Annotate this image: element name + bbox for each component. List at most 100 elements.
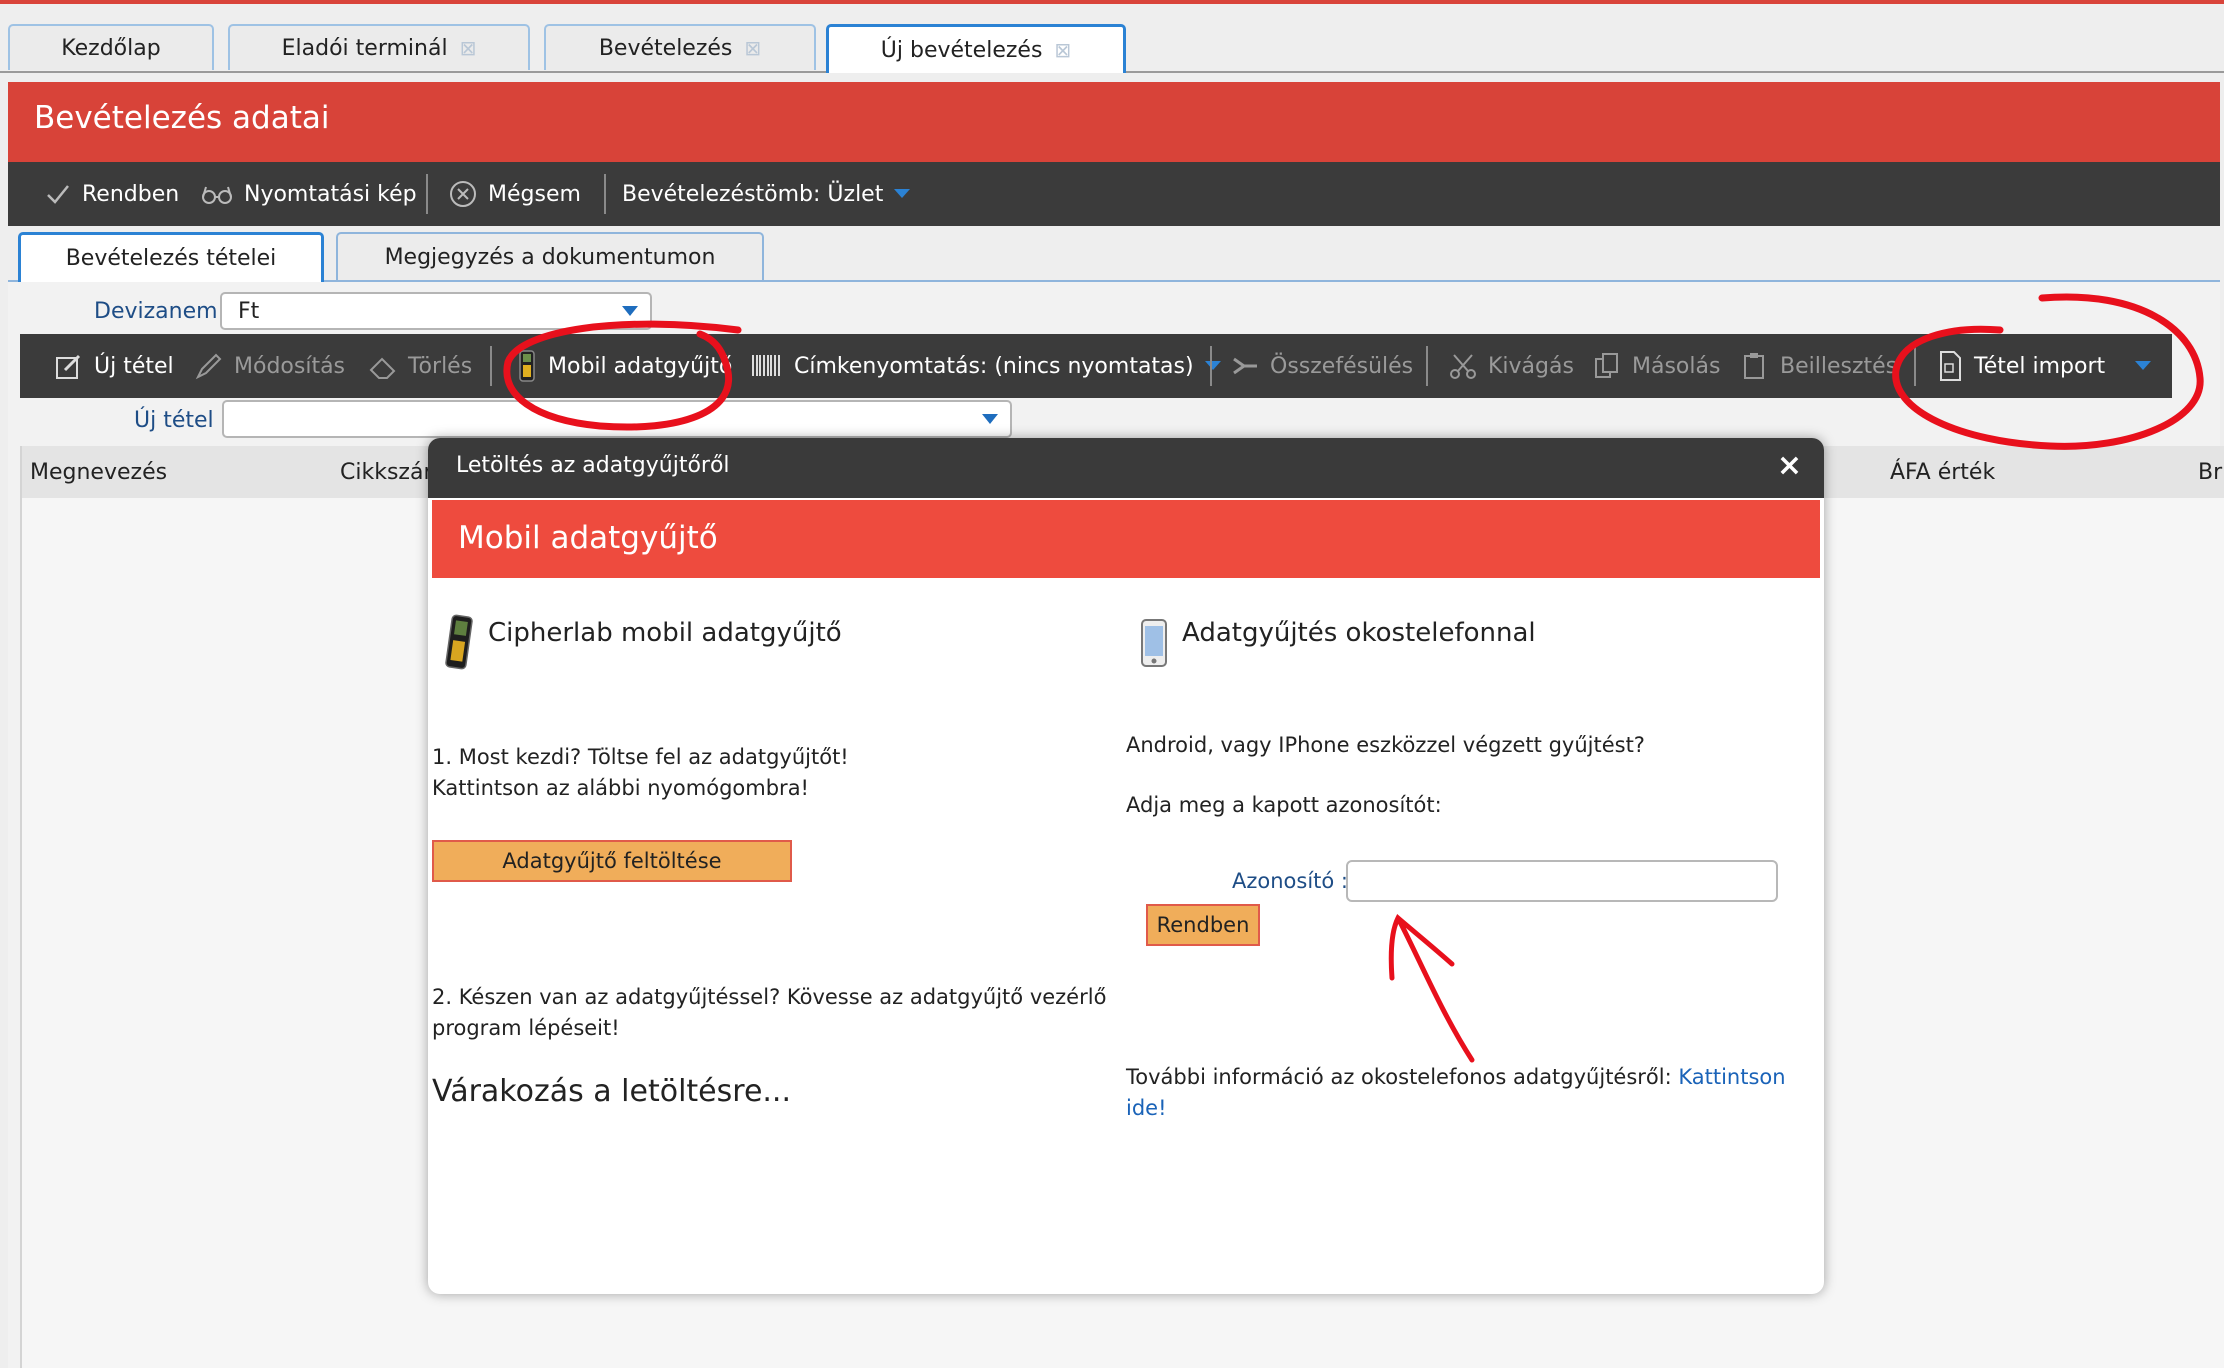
cancel-label: Mégsem bbox=[488, 181, 581, 207]
currency-label: Devizanem : bbox=[94, 299, 232, 324]
tab-bevetelezes[interactable]: Bevételezés ⊠ bbox=[544, 24, 816, 70]
close-tab-icon[interactable]: ⊠ bbox=[1054, 38, 1071, 62]
tab-document-note[interactable]: Megjegyzés a dokumentumon bbox=[336, 232, 764, 280]
mobile-collector-label: Mobil adatgyűjtő bbox=[548, 353, 733, 379]
merge-button[interactable]: Összefésülés bbox=[1230, 334, 1413, 398]
currency-select[interactable]: Ft bbox=[220, 292, 652, 330]
dialog-titlebar: Letöltés az adatgyűjtőről × bbox=[428, 438, 1824, 498]
info-text: További információ az okostelefonos adat… bbox=[1126, 1065, 1679, 1089]
chevron-down-icon bbox=[622, 306, 638, 316]
edit-new-icon bbox=[56, 354, 81, 379]
tab-label: Eladói terminál bbox=[281, 35, 448, 61]
divider bbox=[426, 174, 428, 214]
step1-line1: 1. Most kezdi? Töltse fel az adatgyűjtőt… bbox=[432, 745, 849, 769]
step1-line2: Kattintson az alábbi nyomógombra! bbox=[432, 776, 809, 800]
divider bbox=[604, 174, 606, 214]
tab-items[interactable]: Bevételezés tételei bbox=[18, 232, 324, 282]
document-block-label: Bevételezéstömb: Üzlet bbox=[622, 181, 884, 207]
new-item-button[interactable]: Új tétel bbox=[54, 334, 174, 398]
id-label: Azonosító : bbox=[1232, 869, 1349, 893]
merge-label: Összefésülés bbox=[1270, 353, 1414, 379]
id-prompt: Adja meg a kapott azonosítót: bbox=[1126, 793, 1442, 817]
tab-label: Bevételezés bbox=[598, 35, 733, 61]
smartphone-icon bbox=[1141, 619, 1167, 667]
top-accent-line bbox=[0, 0, 2224, 4]
glasses-icon bbox=[202, 186, 232, 204]
tab-label: Új bevételezés bbox=[880, 37, 1043, 63]
column-header-gross[interactable]: Br bbox=[2198, 460, 2222, 485]
tab-eladoi-terminal[interactable]: Eladói terminál ⊠ bbox=[228, 24, 530, 70]
main-tab-bar: Kezdőlap Eladói terminál ⊠ Bevételezés ⊠… bbox=[0, 20, 2224, 73]
chevron-down-icon bbox=[982, 414, 998, 424]
document-block-dropdown[interactable]: Bevételezéstömb: Üzlet bbox=[622, 162, 911, 226]
step2-text: 2. Készen van az adatgyűjtéssel? Kövesse… bbox=[432, 982, 1106, 1044]
divider bbox=[1210, 346, 1212, 386]
column-header-vat[interactable]: ÁFA érték bbox=[1890, 460, 1995, 485]
new-item-field-label: Új tétel : bbox=[134, 408, 229, 433]
waiting-status: Várakozás a letöltésre... bbox=[432, 1074, 792, 1109]
scissors-icon bbox=[1450, 354, 1476, 379]
divider bbox=[1426, 346, 1428, 386]
tab-kezdolap[interactable]: Kezdőlap bbox=[8, 24, 214, 70]
handheld-scanner-icon bbox=[519, 350, 535, 382]
document-toolbar: Rendben Nyomtatási kép Mégsem Bevételezé… bbox=[8, 162, 2220, 226]
paste-button[interactable]: Beillesztés bbox=[1740, 334, 1897, 398]
tab-uj-bevetelezes[interactable]: Új bevételezés ⊠ bbox=[826, 24, 1126, 73]
close-icon[interactable]: × bbox=[1777, 448, 1802, 483]
copy-label: Másolás bbox=[1632, 353, 1721, 379]
cut-button[interactable]: Kivágás bbox=[1448, 334, 1574, 398]
upload-collector-label: Adatgyűjtő feltöltése bbox=[502, 849, 722, 873]
close-tab-icon[interactable]: ⊠ bbox=[460, 36, 477, 60]
new-item-select[interactable] bbox=[222, 400, 1012, 438]
print-preview-button[interactable]: Nyomtatási kép bbox=[200, 162, 417, 226]
items-toolbar: Új tétel Módosítás Törlés Mobil adatgyűj… bbox=[20, 334, 2172, 398]
dialog-title: Letöltés az adatgyűjtőről bbox=[456, 453, 730, 478]
paste-label: Beillesztés bbox=[1780, 353, 1898, 379]
cut-label: Kivágás bbox=[1488, 353, 1574, 379]
dialog-heading-bar: Mobil adatgyűjtő bbox=[432, 500, 1820, 578]
chevron-down-icon bbox=[1204, 361, 1221, 370]
delete-button[interactable]: Törlés bbox=[368, 334, 472, 398]
ok-id-label: Rendben bbox=[1156, 913, 1250, 937]
upload-collector-button[interactable]: Adatgyűjtő feltöltése bbox=[432, 840, 792, 882]
new-item-label: Új tétel bbox=[94, 353, 174, 379]
edit-button[interactable]: Módosítás bbox=[194, 334, 345, 398]
merge-icon bbox=[1233, 357, 1257, 375]
label-print-dropdown[interactable]: Címkenyomtatás: (nincs nyomtatas) bbox=[750, 334, 1222, 398]
device-question: Android, vagy IPhone eszközzel végzett g… bbox=[1126, 733, 1645, 757]
column-header-name[interactable]: Megnevezés bbox=[30, 460, 167, 485]
copy-icon bbox=[1595, 353, 1618, 378]
ok-id-button[interactable]: Rendben bbox=[1146, 904, 1260, 946]
item-import-label: Tétel import bbox=[1974, 353, 2106, 379]
checkmark-icon bbox=[47, 185, 69, 204]
mobile-collector-button[interactable]: Mobil adatgyűjtő bbox=[516, 334, 732, 398]
edit-label: Módosítás bbox=[234, 353, 346, 379]
chevron-down-icon[interactable] bbox=[2134, 360, 2152, 372]
page-title: Bevételezés adatai bbox=[34, 100, 330, 136]
tab-label: Bevételezés tételei bbox=[65, 246, 277, 271]
ok-button[interactable]: Rendben bbox=[44, 162, 179, 226]
cancel-button[interactable]: Mégsem bbox=[448, 162, 581, 226]
step1-text: 1. Most kezdi? Töltse fel az adatgyűjtőt… bbox=[432, 742, 849, 804]
delete-label: Törlés bbox=[408, 353, 473, 379]
clipboard-icon bbox=[1744, 353, 1764, 379]
smartphone-title: Adatgyűjtés okostelefonnal bbox=[1182, 618, 1536, 648]
close-tab-icon[interactable]: ⊠ bbox=[744, 36, 761, 60]
step2-line2: program lépéseit! bbox=[432, 1016, 620, 1040]
cancel-circle-icon bbox=[450, 181, 476, 207]
item-import-dropdown[interactable]: Tétel import bbox=[1936, 334, 2105, 398]
tab-label: Kezdőlap bbox=[61, 35, 161, 61]
cipherlab-title: Cipherlab mobil adatgyűjtő bbox=[488, 618, 842, 648]
pencil-icon bbox=[195, 353, 222, 380]
tab-label: Megjegyzés a dokumentumon bbox=[384, 244, 716, 270]
document-subtabs: Bevételezés tételei Megjegyzés a dokumen… bbox=[8, 230, 2220, 282]
label-print-label: Címkenyomtatás: (nincs nyomtatas) bbox=[794, 353, 1194, 379]
print-preview-label: Nyomtatási kép bbox=[244, 181, 417, 207]
handheld-scanner-icon bbox=[445, 614, 473, 670]
divider bbox=[1914, 346, 1916, 386]
dialog-heading: Mobil adatgyűjtő bbox=[458, 520, 718, 556]
copy-button[interactable]: Másolás bbox=[1592, 334, 1720, 398]
barcode-icon bbox=[752, 355, 780, 376]
id-input[interactable] bbox=[1346, 860, 1778, 902]
eraser-icon bbox=[369, 357, 396, 379]
